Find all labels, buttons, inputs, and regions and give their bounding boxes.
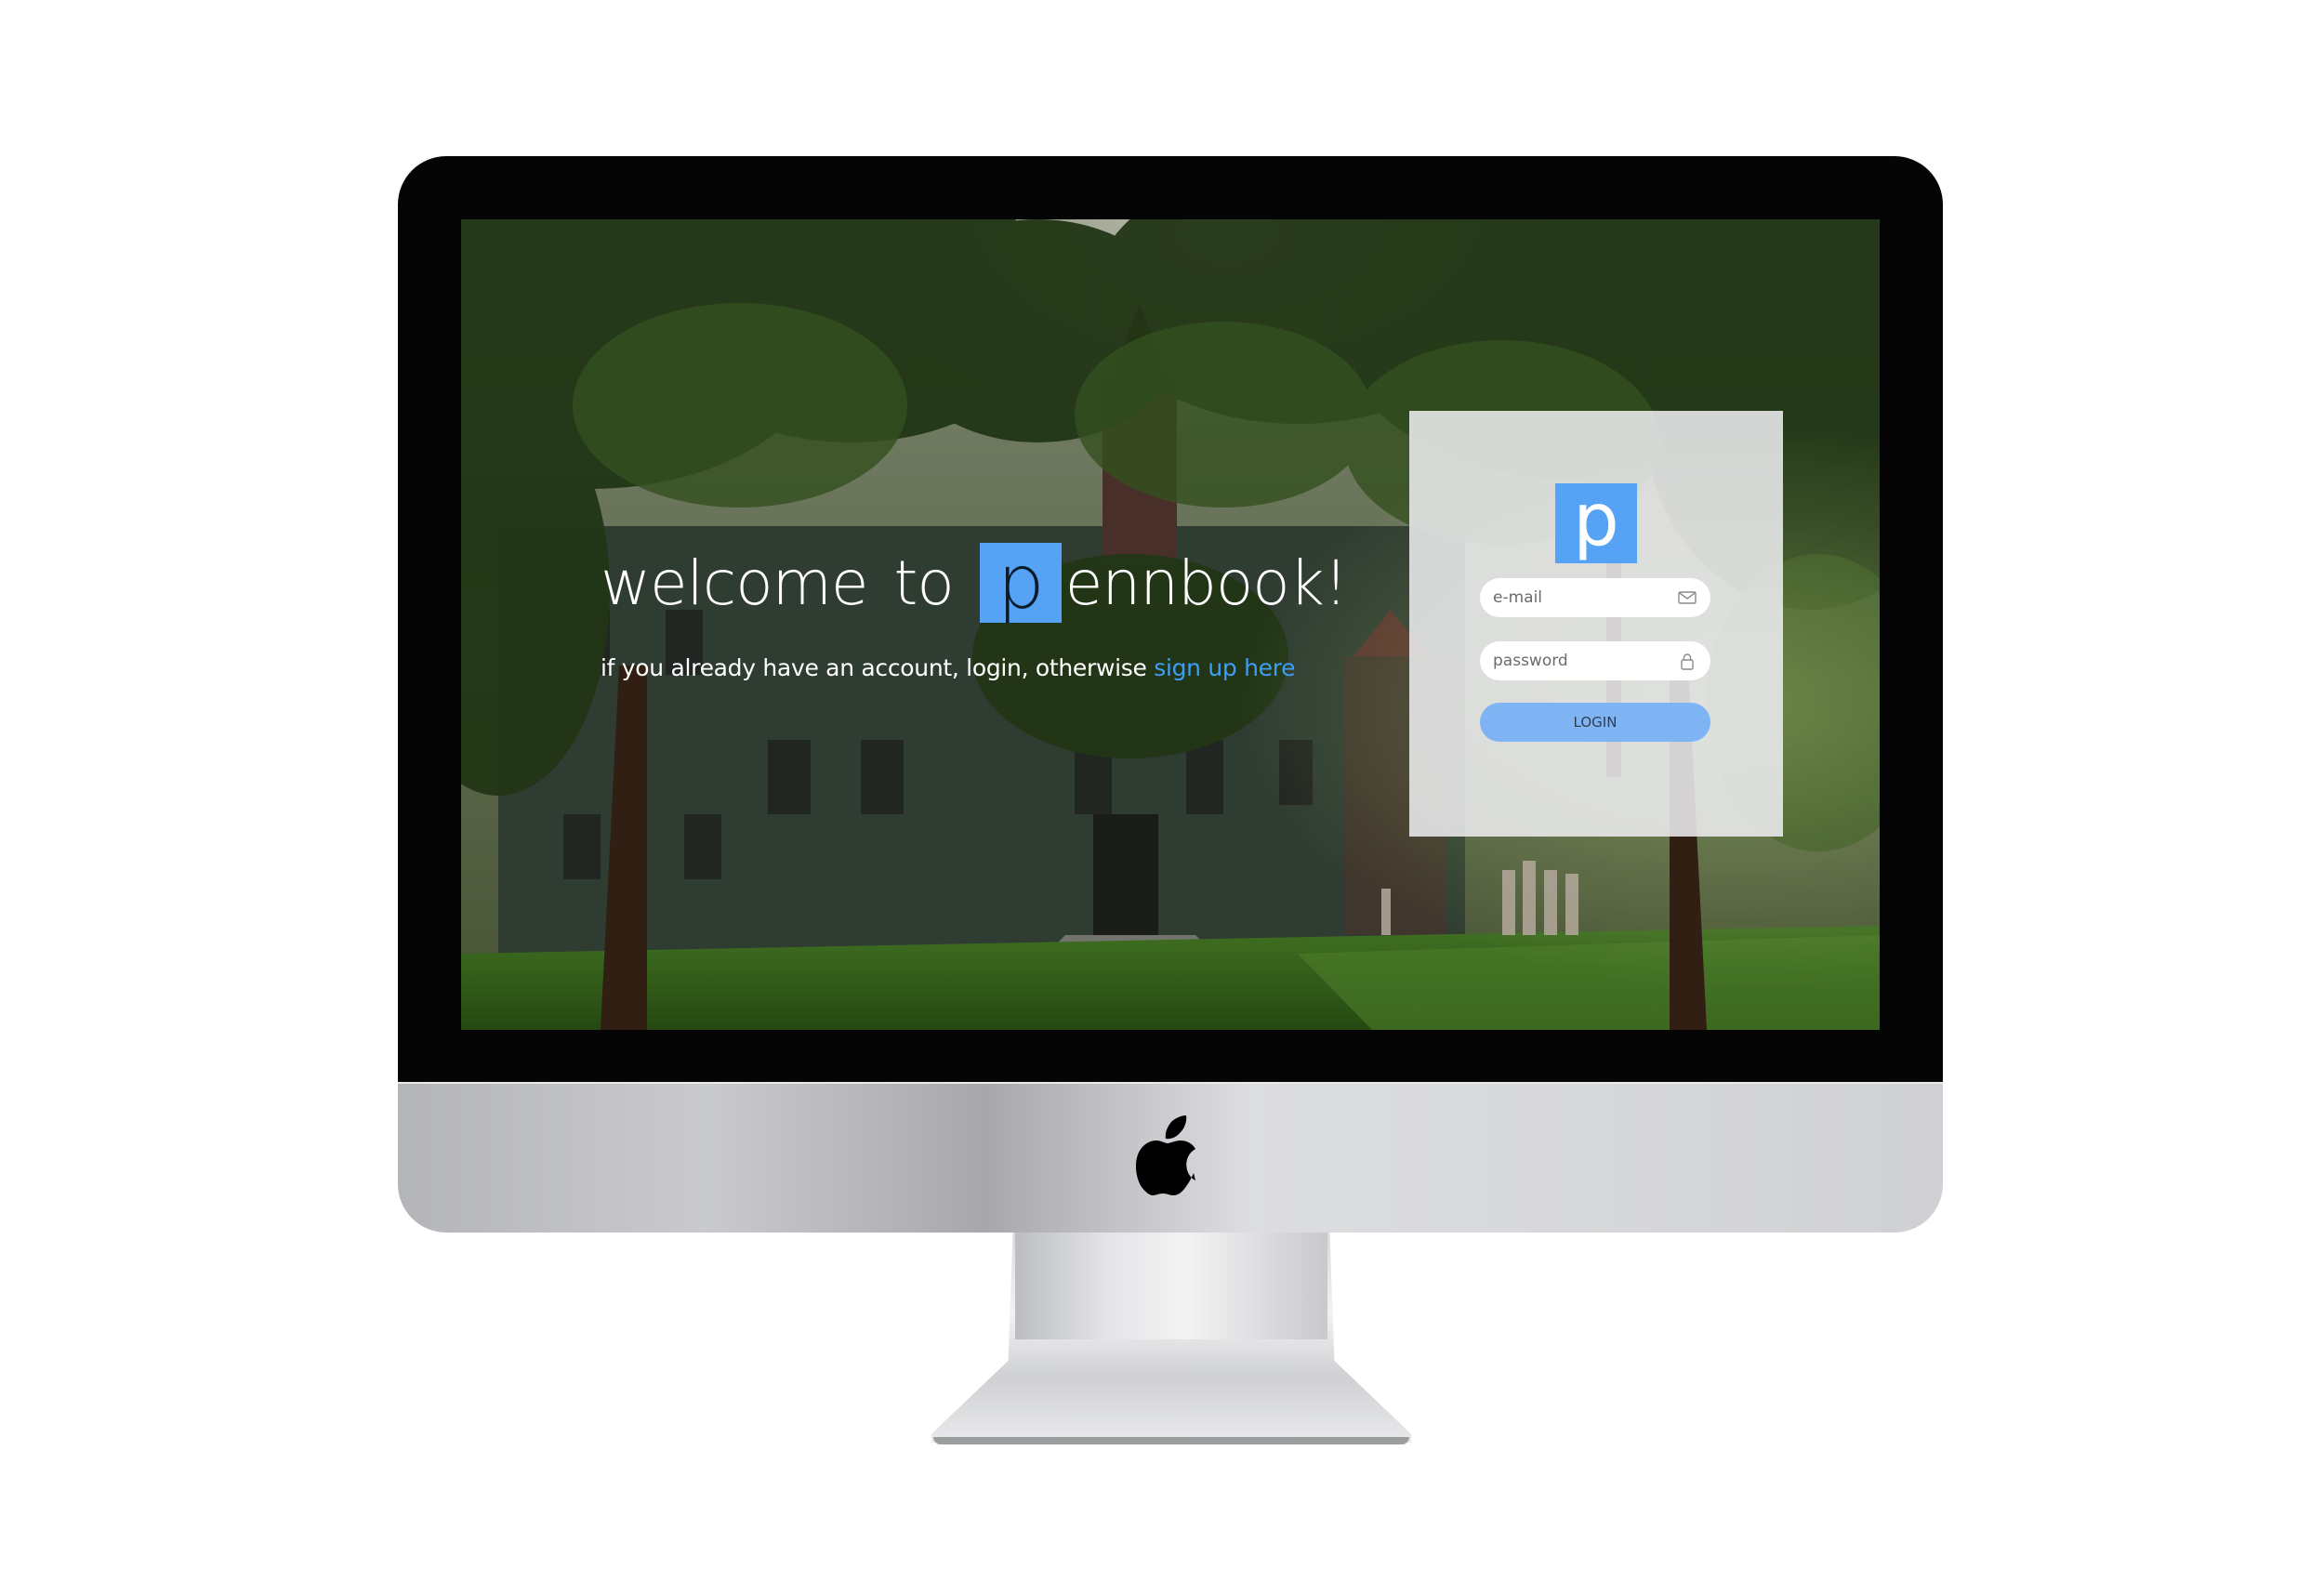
brand-name-suffix: ennbook! [1064, 547, 1349, 619]
login-card: p LOGIN [1409, 411, 1783, 837]
envelope-icon [1678, 591, 1697, 604]
welcome-to-word: to [893, 547, 955, 619]
card-logo: p [1555, 483, 1637, 563]
imac-stand-shadow [933, 1437, 1409, 1444]
login-prompt-copy: if you already have an account, login, o… [601, 654, 1155, 681]
login-button[interactable]: LOGIN [1480, 703, 1710, 742]
password-input[interactable] [1493, 641, 1670, 680]
email-input[interactable] [1493, 578, 1670, 617]
mockup-page: welcome to p ennbook! if you already hav… [0, 0, 2324, 1569]
welcome-heading: welcome to p ennbook! [601, 541, 1349, 625]
email-field-wrapper [1480, 578, 1710, 617]
screen: welcome to p ennbook! if you already hav… [461, 219, 1880, 1030]
password-field-wrapper [1480, 641, 1710, 680]
login-prompt-text: if you already have an account, login, o… [601, 654, 1296, 681]
sign-up-link[interactable]: sign up here [1154, 654, 1295, 681]
apple-logo-icon [1136, 1115, 1195, 1195]
pennbook-logo-letter: p [979, 543, 1062, 623]
welcome-word: welcome [601, 547, 868, 619]
lock-icon [1681, 653, 1694, 670]
